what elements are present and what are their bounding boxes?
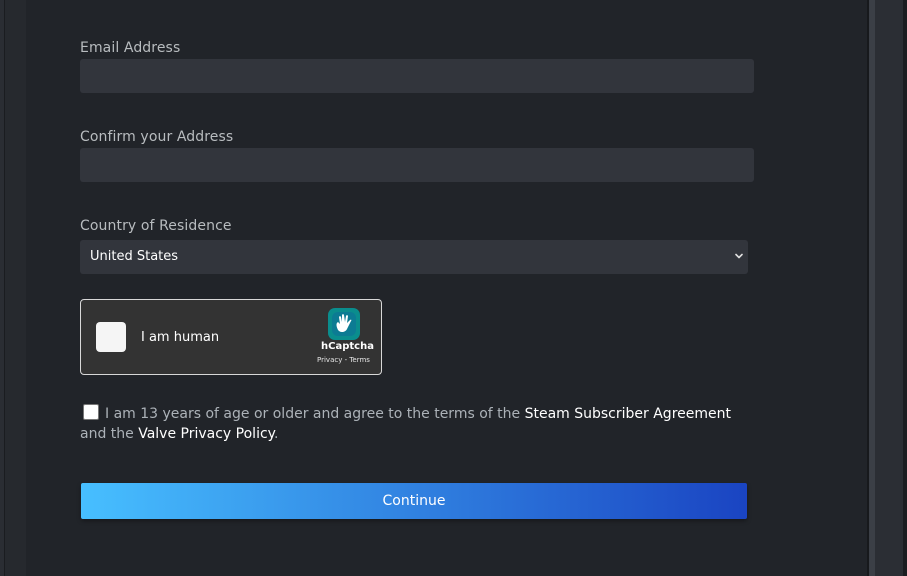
email-label: Email Address xyxy=(80,40,181,56)
captcha-checkbox[interactable] xyxy=(96,322,126,352)
country-label: Country of Residence xyxy=(80,218,232,234)
email-field[interactable] xyxy=(80,59,754,93)
agreement-text: I am 13 years of age or older and agree … xyxy=(80,404,760,444)
captcha-brand: hCaptcha xyxy=(321,341,374,352)
confirm-email-field[interactable] xyxy=(80,148,754,182)
country-select-value: United States xyxy=(90,249,179,264)
chevron-down-icon xyxy=(735,253,743,259)
right-edge xyxy=(903,0,907,576)
confirm-email-label: Confirm your Address xyxy=(80,129,234,145)
age-agreement-checkbox[interactable] xyxy=(83,404,99,420)
captcha-links: Privacy - Terms xyxy=(317,356,370,364)
country-select[interactable]: United States xyxy=(80,240,748,274)
agreement-text-after: . xyxy=(273,426,279,442)
privacy-policy-link[interactable]: Valve Privacy Policy xyxy=(138,426,274,442)
captcha-terms-link[interactable]: Terms xyxy=(349,356,370,364)
left-gutter xyxy=(4,0,27,576)
captcha-widget: I am human hCaptcha Privacy - Terms xyxy=(80,299,382,375)
agreement-text-before: I am 13 years of age or older and agree … xyxy=(105,406,525,422)
subscriber-agreement-link[interactable]: Steam Subscriber Agreement xyxy=(525,406,731,422)
continue-button[interactable]: Continue xyxy=(81,483,747,519)
captcha-privacy-link[interactable]: Privacy xyxy=(317,356,342,364)
hcaptcha-hand-icon xyxy=(328,308,360,340)
captcha-prompt: I am human xyxy=(141,330,220,345)
right-gutter xyxy=(875,0,903,576)
agreement-text-middle: and the xyxy=(80,426,139,442)
